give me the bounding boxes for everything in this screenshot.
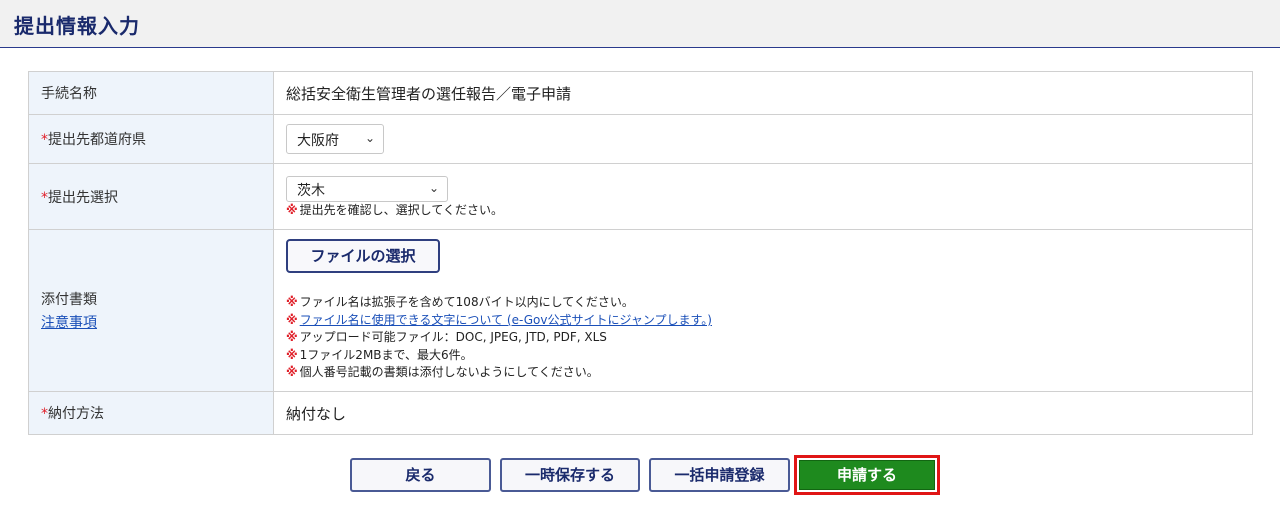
note-mark: ※ xyxy=(286,365,298,380)
destination-select[interactable]: 茨木 ⌄ xyxy=(286,175,448,202)
destination-note-text: 提出先を確認し、選択してください。 xyxy=(299,202,503,217)
attachment-note-1: ※ ファイル名は拡張子を含めて108バイト以内にしてください。 xyxy=(286,294,1252,312)
attachment-note-4: ※ 1ファイル2MBまで、最大6件。 xyxy=(286,347,1252,365)
choose-file-button[interactable]: ファイルの選択 xyxy=(286,239,440,274)
prefecture-label-text: 提出先都道府県 xyxy=(48,132,146,148)
attachment-label: 添付書類 xyxy=(41,292,97,308)
note-mark: ※ xyxy=(286,295,298,310)
page-title: 提出情報入力 xyxy=(14,14,140,38)
prefecture-value-cell: 大阪府 ⌄ xyxy=(273,114,1253,164)
chevron-down-icon: ⌄ xyxy=(364,131,375,145)
attachment-note-5-text: 個人番号記載の書類は添付しないようにしてください。 xyxy=(299,365,599,380)
required-mark: * xyxy=(41,189,48,206)
destination-label-text: 提出先選択 xyxy=(48,189,118,206)
attachment-note-2: ※ ファイル名に使用できる文字について (e-Gov公式サイトにジャンプします。) xyxy=(286,312,1252,330)
submit-highlight-frame: 申請する xyxy=(794,455,940,495)
destination-value-cell: 茨木 ⌄ ※ 提出先を確認し、選択してください。 xyxy=(273,163,1253,230)
required-mark: * xyxy=(41,406,48,422)
note-mark: ※ xyxy=(286,347,298,362)
allowed-characters-link[interactable]: ファイル名に使用できる文字について (e-Gov公式サイトにジャンプします。) xyxy=(300,313,712,327)
attachment-note-3: ※ アップロード可能ファイル：DOC, JPEG, JTD, PDF, XLS xyxy=(286,329,1252,347)
page-header: 提出情報入力 xyxy=(0,0,1280,48)
attachment-note-1-text: ファイル名は拡張子を含めて108バイト以内にしてください。 xyxy=(299,295,634,310)
payment-label-text: 納付方法 xyxy=(48,406,104,422)
destination-selected-value: 茨木 xyxy=(297,182,325,199)
payment-label: *納付方法 xyxy=(28,391,274,435)
procedure-name-value: 総括安全衛生管理者の選任報告／電子申請 xyxy=(273,71,1253,115)
attachment-note-4-text: 1ファイル2MBまで、最大6件。 xyxy=(299,347,473,362)
chevron-down-icon: ⌄ xyxy=(428,180,439,195)
note-mark: ※ xyxy=(286,330,298,345)
row-destination: *提出先選択 茨木 ⌄ ※ 提出先を確認し、選択してください。 xyxy=(28,163,1253,230)
bulk-application-button[interactable]: 一括申請登録 xyxy=(649,458,790,492)
back-button[interactable]: 戻る xyxy=(350,458,491,492)
attachment-label-cell: 添付書類 注意事項 xyxy=(28,229,274,392)
prefecture-label: *提出先都道府県 xyxy=(28,114,274,164)
prefecture-select[interactable]: 大阪府 ⌄ xyxy=(286,124,384,154)
prefecture-selected-value: 大阪府 xyxy=(297,133,339,149)
attachment-value-cell: ファイルの選択 ※ ファイル名は拡張子を含めて108バイト以内にしてください。 ※… xyxy=(273,229,1253,392)
submission-form-table: 手続名称 総括安全衛生管理者の選任報告／電子申請 *提出先都道府県 大阪府 ⌄ … xyxy=(28,71,1253,435)
submit-button[interactable]: 申請する xyxy=(799,460,935,490)
attachment-note-5: ※ 個人番号記載の書類は添付しないようにしてください。 xyxy=(286,364,1252,382)
temporary-save-button[interactable]: 一時保存する xyxy=(500,458,640,492)
payment-value: 納付なし xyxy=(273,391,1253,435)
attachment-note-3-text: アップロード可能ファイル：DOC, JPEG, JTD, PDF, XLS xyxy=(299,330,607,345)
caution-link[interactable]: 注意事項 xyxy=(41,315,97,331)
row-payment: *納付方法 納付なし xyxy=(28,391,1253,435)
procedure-name-label: 手続名称 xyxy=(28,71,274,115)
row-attachment: 添付書類 注意事項 ファイルの選択 ※ ファイル名は拡張子を含めて108バイト以内… xyxy=(28,229,1253,392)
row-prefecture: *提出先都道府県 大阪府 ⌄ xyxy=(28,114,1253,164)
required-mark: * xyxy=(41,132,48,148)
note-mark: ※ xyxy=(286,312,298,327)
row-procedure-name: 手続名称 総括安全衛生管理者の選任報告／電子申請 xyxy=(28,71,1253,115)
note-mark: ※ xyxy=(286,202,298,217)
destination-label: *提出先選択 xyxy=(28,163,274,230)
destination-note: ※ 提出先を確認し、選択してください。 xyxy=(286,202,1252,220)
